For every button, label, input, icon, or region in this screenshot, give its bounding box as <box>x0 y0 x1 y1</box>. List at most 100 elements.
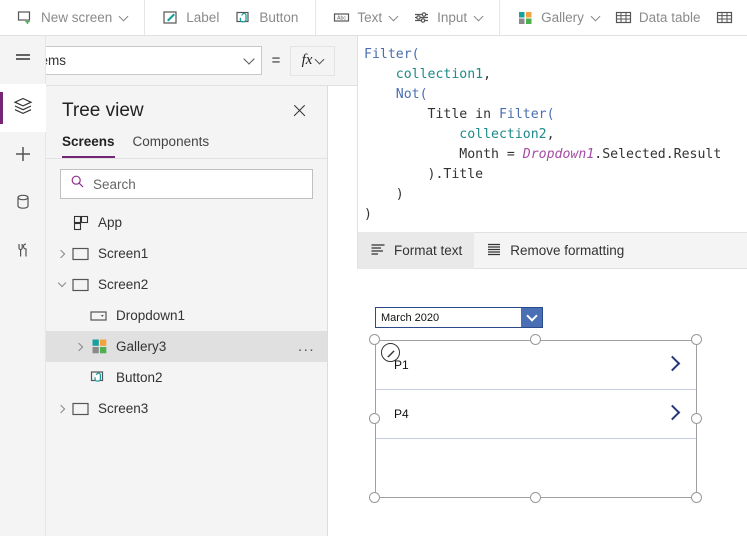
label-pencil-icon <box>162 9 179 26</box>
resize-handle-top-left[interactable] <box>369 334 380 345</box>
edit-pencil-icon[interactable] <box>381 343 400 362</box>
left-icon-rail <box>0 36 46 536</box>
tree-item-gallery3[interactable]: Gallery3... <box>46 331 327 362</box>
chevron-down-icon <box>590 11 601 21</box>
tree-item-screen3[interactable]: Screen3 <box>46 393 327 424</box>
rail-item-media[interactable] <box>0 228 46 276</box>
resize-handle-middle-right[interactable] <box>691 413 702 424</box>
tree-item-label: Screen2 <box>98 277 149 292</box>
chevron-right-icon[interactable] <box>664 355 681 372</box>
chevron-down-icon[interactable] <box>54 277 70 293</box>
canvas-dropdown1-toggle[interactable] <box>521 308 542 327</box>
property-dropdown-value: Items <box>33 53 67 68</box>
button-button-label: Button <box>259 10 299 25</box>
text-abc-icon: Abc <box>333 9 350 26</box>
twisty-placeholder <box>72 370 88 386</box>
canvas-gallery3[interactable]: P1 P4 <box>375 340 697 498</box>
toolbar-group-screen: New screen <box>0 0 146 35</box>
grid-overflow-icon <box>716 9 733 26</box>
button-button[interactable]: Button <box>227 0 306 35</box>
tree-item-app[interactable]: App <box>46 207 327 238</box>
new-screen-button[interactable]: New screen <box>9 0 135 35</box>
tab-screens[interactable]: Screens <box>62 134 115 158</box>
new-screen-icon <box>17 9 34 26</box>
gallery-item[interactable]: P4 <box>376 390 696 439</box>
formula-token <box>364 67 396 82</box>
search-input[interactable]: Search <box>60 169 313 199</box>
chevron-right-icon[interactable] <box>72 339 88 355</box>
app-canvas[interactable]: March 2020 P1 P4 <box>357 269 747 536</box>
format-text-button[interactable]: Format text <box>358 232 475 269</box>
formula-token: ) <box>364 187 404 202</box>
tree-item-screen1[interactable]: Screen1 <box>46 238 327 269</box>
tree-view-panel: Tree view Screens Components Search App S… <box>46 86 328 536</box>
more-controls-button[interactable] <box>708 0 733 35</box>
gallery-squares-icon <box>517 9 534 26</box>
chevron-right-icon[interactable] <box>54 246 70 262</box>
power-apps-studio: New screen Label Button Abc Text Input G… <box>0 0 747 536</box>
tree-item-label: App <box>98 215 123 230</box>
text-button-label: Text <box>357 10 383 25</box>
formula-editor[interactable]: Filter( collection1, Not( Title in Filte… <box>357 36 747 232</box>
formula-format-bar: Format text Remove formatting <box>357 232 747 269</box>
formula-token <box>364 127 459 142</box>
rail-item-hamburger-menu[interactable] <box>0 36 46 84</box>
resize-handle-bottom-left[interactable] <box>369 492 380 503</box>
formula-text[interactable]: Filter( collection1, Not( Title in Filte… <box>364 45 747 225</box>
formula-token: ) <box>364 207 372 222</box>
data-table-button[interactable]: Data table <box>607 0 709 35</box>
twisty-placeholder <box>54 215 70 231</box>
text-button[interactable]: Abc Text <box>325 0 405 35</box>
tree-item-label: Screen1 <box>98 246 149 261</box>
label-button-label: Label <box>186 10 220 25</box>
formula-token: .Selected.Result <box>594 147 722 162</box>
resize-handle-middle-left[interactable] <box>369 413 380 424</box>
formula-token: Month = <box>364 147 523 162</box>
rail-item-data[interactable] <box>0 180 46 228</box>
canvas-dropdown1[interactable]: March 2020 <box>375 307 543 328</box>
hamburger-icon <box>13 48 33 73</box>
screen-icon <box>71 276 91 294</box>
toolbar-group-input: Abc Text Input <box>316 0 501 35</box>
top-toolbar: New screen Label Button Abc Text Input G… <box>0 0 747 36</box>
chevron-down-icon <box>525 309 538 322</box>
app-icon <box>71 214 91 232</box>
format-text-label: Format text <box>394 243 463 258</box>
rail-item-tree-view[interactable] <box>0 84 46 132</box>
tree-item-overflow-menu[interactable]: ... <box>298 338 315 355</box>
chevron-down-icon <box>388 11 399 21</box>
chevron-down-icon <box>314 54 325 64</box>
resize-handle-top-center[interactable] <box>530 334 541 345</box>
resize-handle-bottom-right[interactable] <box>691 492 702 503</box>
close-icon[interactable] <box>289 100 311 122</box>
tree-item-list: App Screen1 Screen2 Dropdown1 Gallery3... But… <box>46 205 327 424</box>
formula-token <box>364 87 396 102</box>
tree-search-wrap: Search <box>46 159 327 205</box>
gallery-button[interactable]: Gallery <box>509 0 607 35</box>
tree-item-dropdown1[interactable]: Dropdown1 <box>46 300 327 331</box>
formula-token: , <box>483 67 492 82</box>
tree-item-screen2[interactable]: Screen2 <box>46 269 327 300</box>
tree-item-button2[interactable]: Button2 <box>46 362 327 393</box>
resize-handle-top-right[interactable] <box>691 334 702 345</box>
chevron-right-icon[interactable] <box>54 401 70 417</box>
screen-icon <box>71 245 91 263</box>
tree-item-label: Screen3 <box>98 401 149 416</box>
label-button[interactable]: Label <box>154 0 227 35</box>
rail-item-insert[interactable] <box>0 132 46 180</box>
property-dropdown[interactable]: Items <box>24 46 262 75</box>
tab-components[interactable]: Components <box>133 134 210 158</box>
remove-formatting-button[interactable]: Remove formatting <box>474 232 636 269</box>
gallery-item[interactable]: P1 <box>376 341 696 390</box>
remove-formatting-label: Remove formatting <box>510 243 625 258</box>
chevron-right-icon[interactable] <box>664 404 681 421</box>
chevron-down-icon <box>473 11 484 21</box>
formula-token: Filter( <box>498 107 555 122</box>
resize-handle-bottom-center[interactable] <box>530 492 541 503</box>
button-cursor-icon <box>235 9 252 26</box>
new-screen-label: New screen <box>41 10 113 25</box>
input-button[interactable]: Input <box>405 0 490 35</box>
data-table-grid-icon <box>615 9 632 26</box>
fx-button[interactable]: fx <box>290 45 335 76</box>
formula-token: ).Title <box>364 167 484 182</box>
